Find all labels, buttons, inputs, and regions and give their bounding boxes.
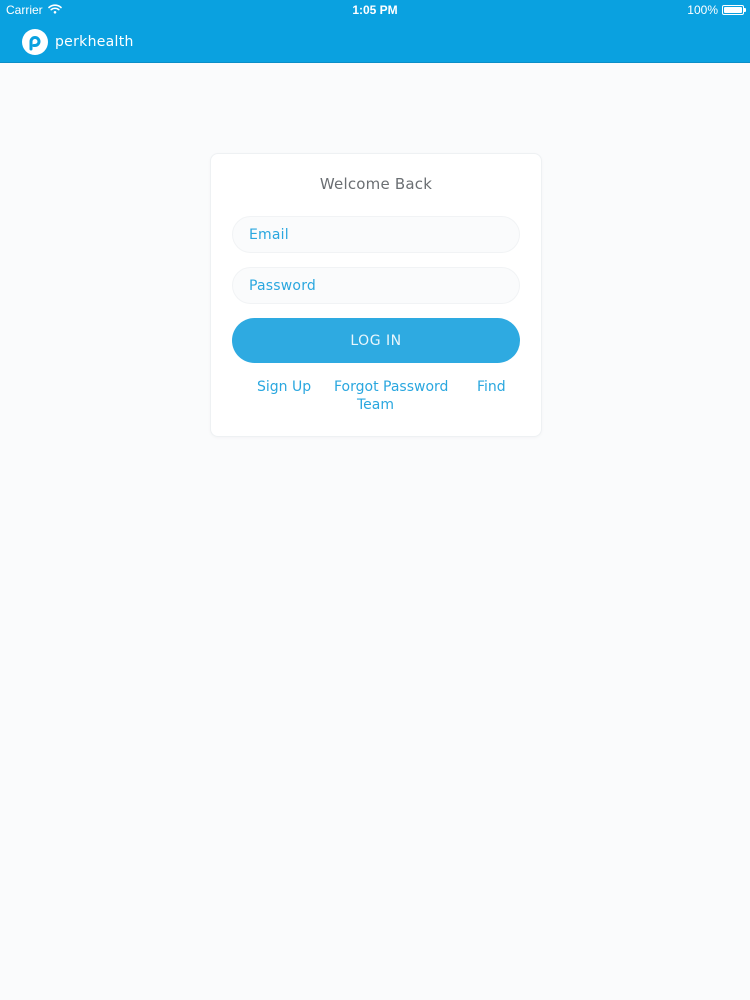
forgot-password-link[interactable]: Forgot Password [334, 379, 448, 395]
perkhealth-logo-icon [22, 29, 48, 55]
status-bar: Carrier 1:05 PM 100% [0, 0, 750, 20]
email-input[interactable] [232, 216, 520, 253]
login-card: Welcome Back LOG IN Sign Up Forgot Passw… [210, 153, 542, 437]
battery-fill [724, 7, 742, 13]
app-navbar: perkhealth [0, 20, 750, 63]
brand[interactable]: perkhealth [22, 29, 134, 55]
password-input[interactable] [232, 267, 520, 304]
login-title: Welcome Back [319, 175, 433, 193]
battery-percent: 100% [687, 3, 718, 17]
find-team-link[interactable]: Find [477, 379, 506, 395]
battery-indicator: 100% [687, 3, 746, 17]
login-button[interactable]: LOG IN [232, 318, 520, 363]
sign-up-link[interactable]: Sign Up [257, 379, 311, 395]
find-team-link-continued[interactable]: Team [357, 397, 394, 413]
brand-name: perkhealth [55, 34, 134, 50]
battery-icon [722, 5, 746, 15]
status-time: 1:05 PM [352, 3, 398, 17]
